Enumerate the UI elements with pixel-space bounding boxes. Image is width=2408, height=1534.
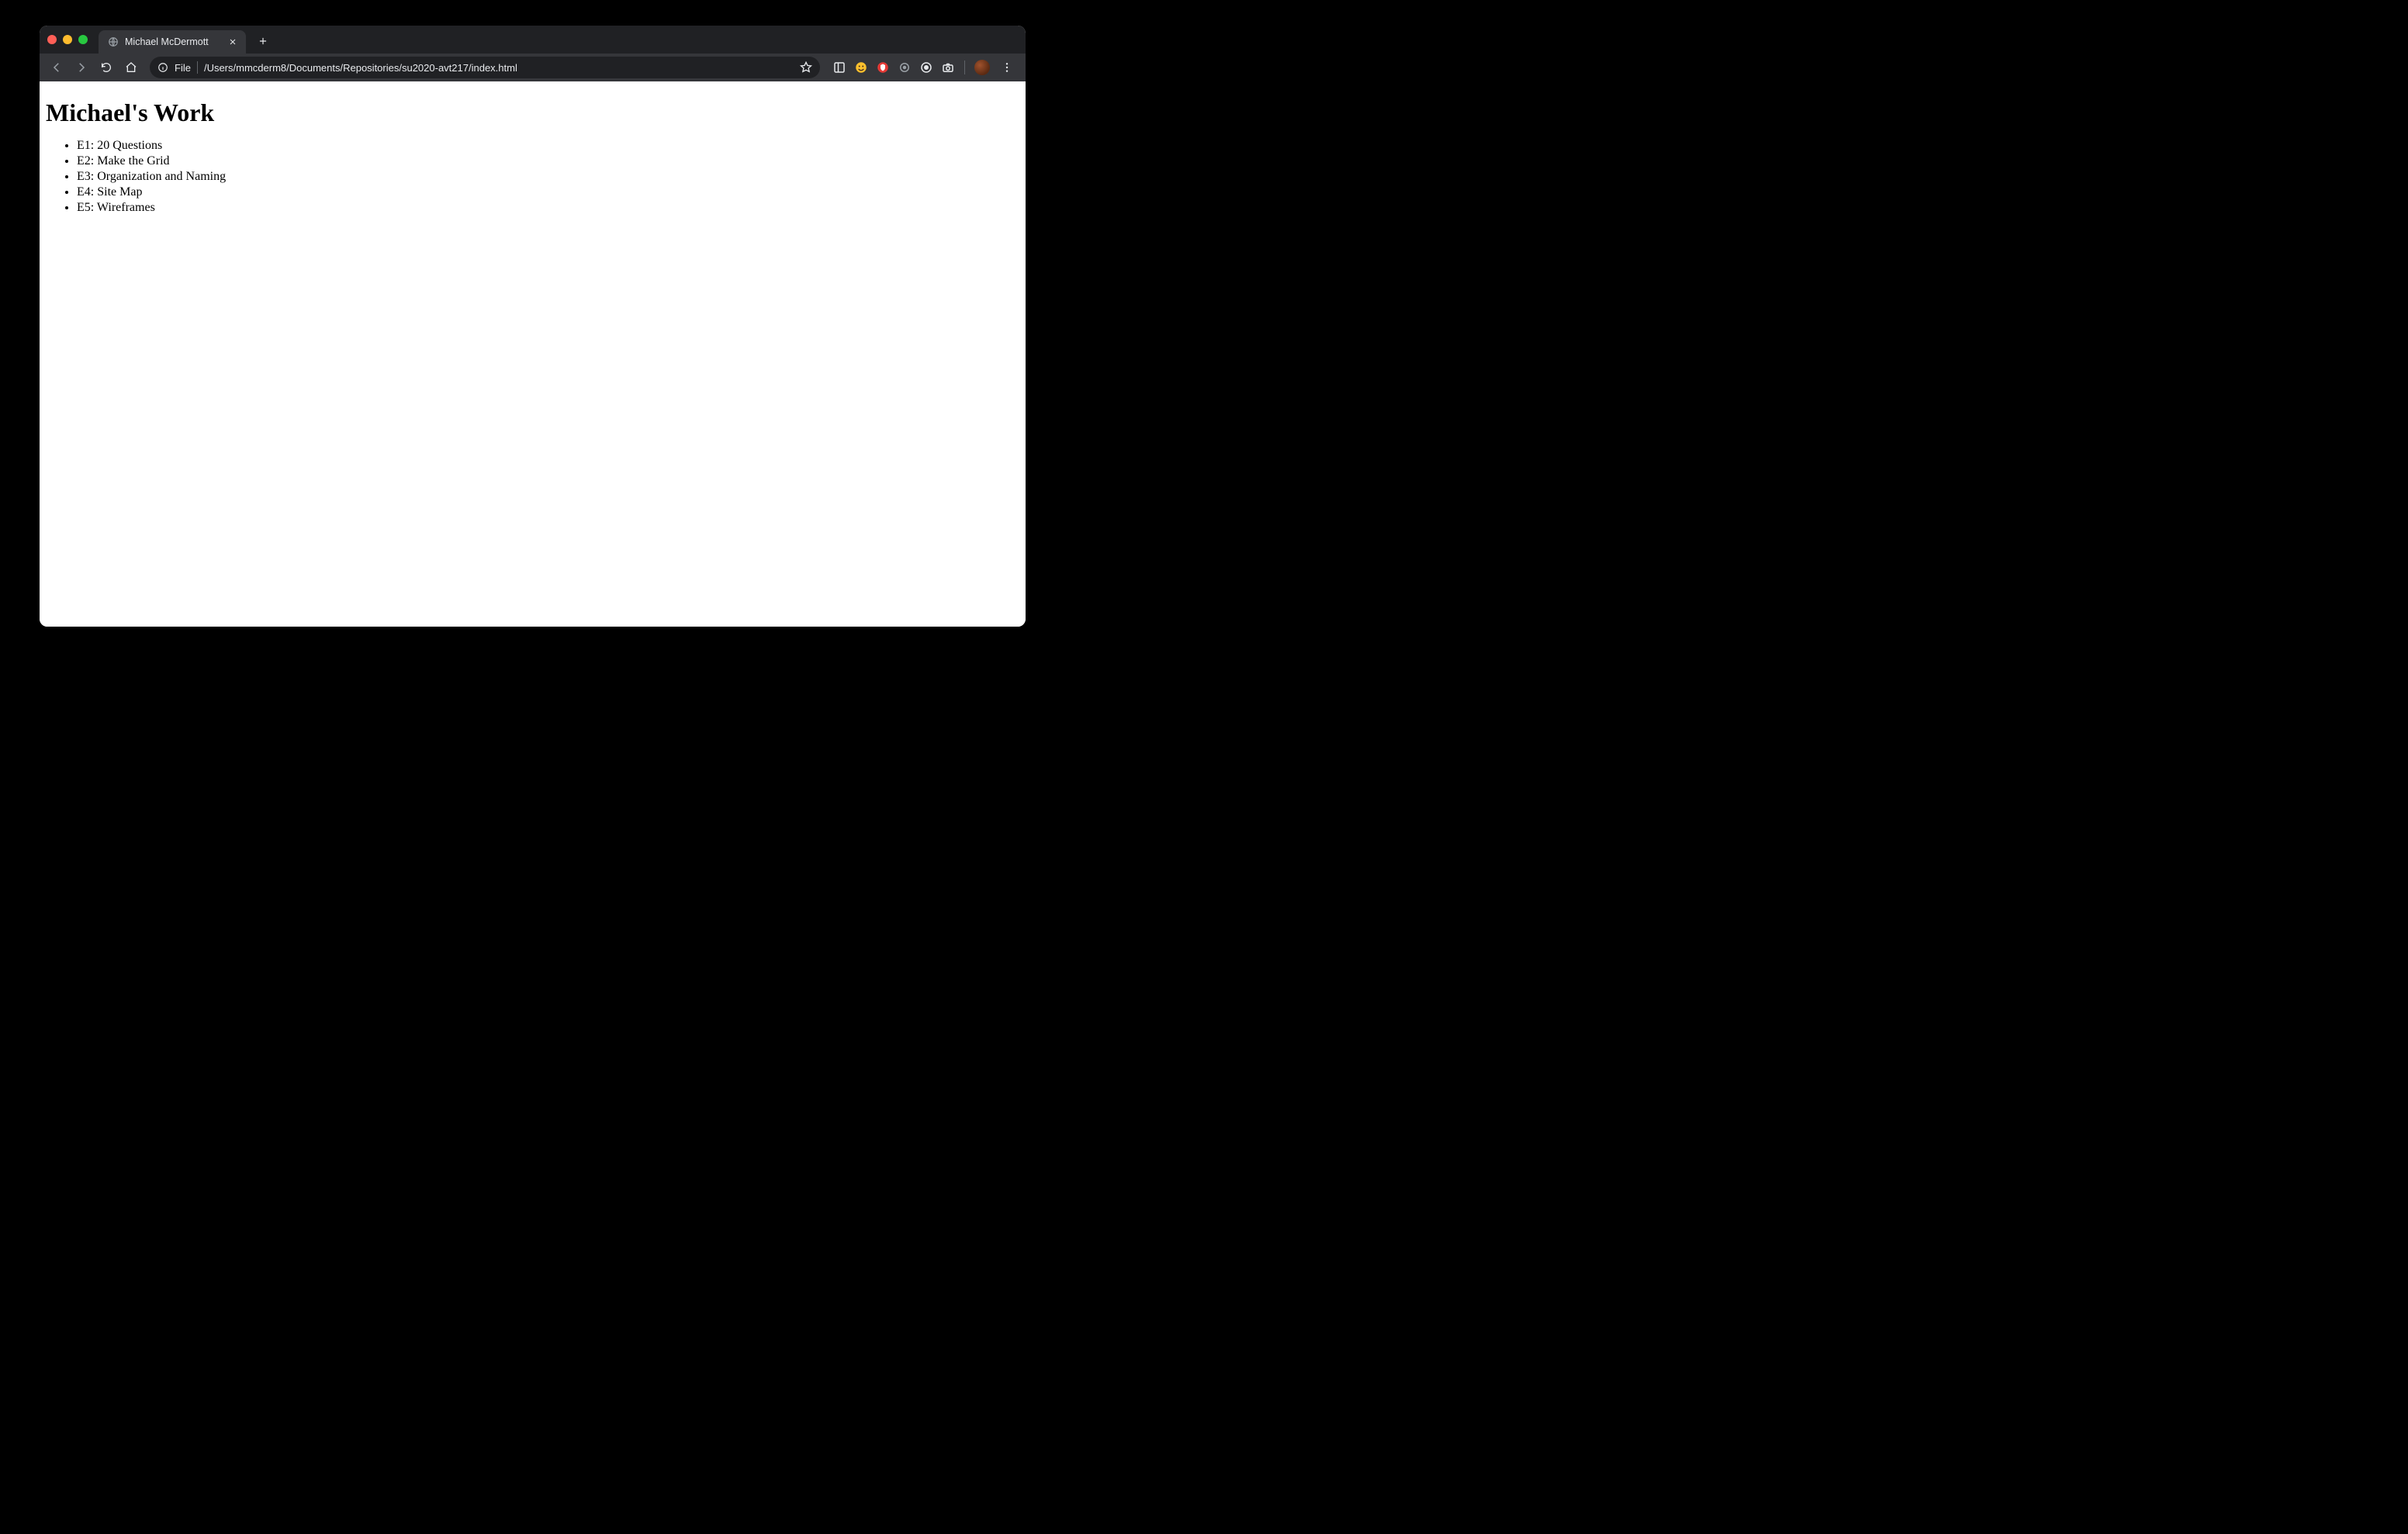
browser-menu-button[interactable] <box>998 61 1016 74</box>
list-item: E2: Make the Grid <box>77 154 1019 169</box>
profile-avatar[interactable] <box>974 60 990 75</box>
site-info-icon[interactable] <box>157 62 168 73</box>
dot-icon[interactable] <box>898 60 912 74</box>
shield-icon[interactable] <box>876 60 890 74</box>
forward-button[interactable] <box>71 57 92 78</box>
browser-window: Michael McDermott <box>40 26 1026 627</box>
record-icon[interactable] <box>919 60 933 74</box>
page-viewport: Michael's Work E1: 20 Questions E2: Make… <box>40 81 1026 627</box>
back-button[interactable] <box>46 57 67 78</box>
window-minimize-button[interactable] <box>63 35 72 44</box>
new-tab-button[interactable] <box>252 30 274 52</box>
tab-bar: Michael McDermott <box>40 26 1026 54</box>
list-item: E5: Wireframes <box>77 200 1019 216</box>
tab-close-icon[interactable] <box>227 36 238 47</box>
emoji-icon[interactable] <box>854 60 868 74</box>
tab-title: Michael McDermott <box>125 36 221 47</box>
extension-icons <box>828 60 1019 75</box>
home-button[interactable] <box>120 57 142 78</box>
url-divider <box>197 61 198 74</box>
window-controls <box>47 35 88 44</box>
page-heading: Michael's Work <box>46 98 1019 127</box>
list-item: E3: Organization and Naming <box>77 169 1019 185</box>
list-item: E4: Site Map <box>77 185 1019 200</box>
browser-tab[interactable]: Michael McDermott <box>99 30 246 54</box>
url-path: /Users/mmcderm8/Documents/Repositories/s… <box>204 62 517 74</box>
exercise-list: E1: 20 Questions E2: Make the Grid E3: O… <box>46 138 1019 216</box>
bookmark-star-icon[interactable] <box>800 61 812 74</box>
url-scheme: File <box>175 62 191 74</box>
camera-icon[interactable] <box>941 60 955 74</box>
browser-toolbar: File /Users/mmcderm8/Documents/Repositor… <box>40 54 1026 81</box>
toolbar-separator <box>964 60 965 74</box>
globe-icon <box>108 36 119 47</box>
list-item: E1: 20 Questions <box>77 138 1019 154</box>
reload-button[interactable] <box>95 57 117 78</box>
window-close-button[interactable] <box>47 35 57 44</box>
address-bar[interactable]: File /Users/mmcderm8/Documents/Repositor… <box>150 57 820 78</box>
panel-icon[interactable] <box>832 60 846 74</box>
window-maximize-button[interactable] <box>78 35 88 44</box>
